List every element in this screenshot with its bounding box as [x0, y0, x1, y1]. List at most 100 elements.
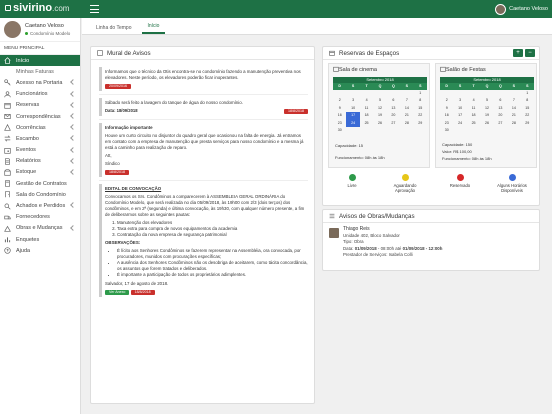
calendar-day[interactable]: 2	[440, 97, 453, 105]
tab-linha-do-tempo[interactable]: Linha do Tempo	[90, 25, 138, 34]
calendar-day[interactable]: 2	[333, 97, 346, 105]
calendar-day[interactable]: 16	[440, 112, 453, 120]
calendar-day[interactable]: 27	[387, 120, 400, 128]
legend-label: Alguns Horários Disponíveis	[497, 183, 527, 193]
sidebar-item-inicio[interactable]: Início	[0, 55, 80, 67]
sidebar-item-obras[interactable]: Obras e Mudanças	[0, 223, 80, 234]
sidebar-item-estoque[interactable]: Estoque	[0, 167, 80, 178]
calendar-day[interactable]: 14	[507, 105, 520, 113]
attachment-badge[interactable]: Ver Anexo	[105, 290, 130, 295]
notice-item: EDITAL DE CONVOCAÇÃO Convocamos os Srs. …	[99, 184, 308, 297]
board-icon	[97, 50, 103, 56]
calendar-day[interactable]: 20	[494, 112, 507, 120]
calendar-day[interactable]: 27	[494, 120, 507, 128]
sidebar-item-escambo[interactable]: Escambo	[0, 133, 80, 144]
tab-inicio[interactable]: Início	[141, 23, 166, 34]
calendar-day[interactable]: 18	[360, 112, 373, 120]
sidebar-item-ocorrencias[interactable]: Ocorrências	[0, 122, 80, 133]
sidebar-item-eventos[interactable]: Eventos	[0, 145, 80, 156]
calendar-day[interactable]: 7	[400, 97, 413, 105]
sidebar-item-enquetes[interactable]: Enquetes	[0, 234, 80, 245]
calendar-day[interactable]: 18	[467, 112, 480, 120]
calendar-day[interactable]: 9	[440, 105, 453, 113]
status-dot-yellow	[401, 174, 409, 181]
calendar-day[interactable]: 29	[414, 120, 427, 128]
calendar-day[interactable]: 6	[387, 97, 400, 105]
calendar-day[interactable]: 10	[346, 105, 359, 113]
calendar-day[interactable]: 9	[333, 105, 346, 113]
sidebar-item-acesso[interactable]: Acesso na Portaria	[0, 77, 80, 88]
calendar-day[interactable]: 11	[360, 105, 373, 113]
calendar-day[interactable]: 6	[494, 97, 507, 105]
logo[interactable]: sivirino.com	[5, 2, 69, 14]
sidebar-item-sala[interactable]: Sala do Condomínio	[0, 189, 80, 200]
mural-header: Mural de Avisos	[91, 47, 314, 60]
sidebar-item-achados[interactable]: Achados e Perdidos	[0, 200, 80, 211]
sidebar-item-funcionarios[interactable]: Funcionários	[0, 89, 80, 100]
calendar-day[interactable]: 7	[507, 97, 520, 105]
calendar-day[interactable]: 30	[440, 127, 453, 135]
calendar-day	[346, 127, 359, 135]
calendar-day[interactable]: 10	[453, 105, 466, 113]
status-dot-blue	[508, 174, 516, 181]
calendar-day[interactable]: 14	[400, 105, 413, 113]
tab-bar: Linha do Tempo Início	[82, 18, 552, 35]
calendar-day[interactable]: 8	[414, 97, 427, 105]
menu-toggle-icon[interactable]	[90, 5, 99, 13]
calendar-day[interactable]: 13	[387, 105, 400, 113]
add-reserva-button[interactable]: +	[513, 49, 523, 57]
calendar-day[interactable]: 30	[333, 127, 346, 135]
collapse-button[interactable]: −	[525, 49, 535, 57]
calendar-day[interactable]: 15	[414, 105, 427, 113]
sidebar: Caetano Veloso Condomínio Modelo MENU PR…	[0, 18, 81, 414]
calendar-day[interactable]: 1	[521, 90, 534, 98]
calendar-day[interactable]: 16	[333, 112, 346, 120]
sidebar-item-faturas[interactable]: Minhas Faturas	[0, 66, 80, 77]
sidebar-item-reservas[interactable]: Reservas	[0, 100, 80, 111]
user-menu[interactable]: Caetano Veloso	[495, 3, 548, 15]
calendar-day[interactable]: 26	[480, 120, 493, 128]
calendar-day[interactable]: 4	[360, 97, 373, 105]
sidebar-item-contratos[interactable]: Gestão de Contratos	[0, 178, 80, 189]
calendar-day[interactable]: 12	[480, 105, 493, 113]
calendar-day[interactable]: 17	[346, 112, 360, 120]
sidebar-item-fornecedores[interactable]: Fornecedores	[0, 212, 80, 223]
calendar-day[interactable]: 22	[521, 112, 534, 120]
calendar-day[interactable]: 1	[414, 90, 427, 98]
calendar-day[interactable]: 21	[507, 112, 520, 120]
calendar-day[interactable]: 19	[480, 112, 493, 120]
calendar-day[interactable]: 21	[400, 112, 413, 120]
calendar-day[interactable]: 3	[346, 97, 359, 105]
calendar-day[interactable]: 24	[346, 119, 360, 128]
calendar-day[interactable]: 12	[373, 105, 386, 113]
obras-panel: Avisos de Obras/Mudanças Thiago Reis Uni…	[322, 209, 540, 271]
calendar-day[interactable]: 13	[494, 105, 507, 113]
calendar-day[interactable]: 5	[480, 97, 493, 105]
calendar-day[interactable]: 25	[360, 120, 373, 128]
calendar-day[interactable]: 24	[453, 120, 466, 128]
room-icon	[4, 191, 11, 198]
calendar-day[interactable]: 15	[521, 105, 534, 113]
calendar-day	[360, 90, 373, 98]
calendar-day[interactable]: 25	[467, 120, 480, 128]
obra-type: Tipo: Obra	[343, 239, 364, 245]
sidebar-item-relatorios[interactable]: Relatórios	[0, 156, 80, 167]
calendar-day[interactable]: 29	[521, 120, 534, 128]
calendar-day[interactable]: 5	[373, 97, 386, 105]
calendar-day[interactable]: 19	[373, 112, 386, 120]
calendar-day[interactable]: 20	[387, 112, 400, 120]
calendar-day[interactable]: 28	[400, 120, 413, 128]
calendar-day[interactable]: 4	[467, 97, 480, 105]
calendar-day[interactable]: 26	[373, 120, 386, 128]
calendar-day[interactable]: 23	[440, 120, 453, 128]
calendar-day[interactable]: 28	[507, 120, 520, 128]
calendar-day[interactable]: 22	[414, 112, 427, 120]
calendar-day[interactable]: 8	[521, 97, 534, 105]
sidebar-item-correspondencias[interactable]: Correspondências	[0, 111, 80, 122]
calendar-day[interactable]: 23	[333, 120, 346, 128]
calendar-day[interactable]: 3	[453, 97, 466, 105]
calendar-day[interactable]: 11	[467, 105, 480, 113]
sidebar-item-ajuda[interactable]: Ajuda	[0, 245, 80, 256]
obra-date: Data: 01/09/2018 - 08:00h até 01/09/2018…	[343, 245, 443, 251]
calendar-day[interactable]: 17	[453, 112, 466, 120]
